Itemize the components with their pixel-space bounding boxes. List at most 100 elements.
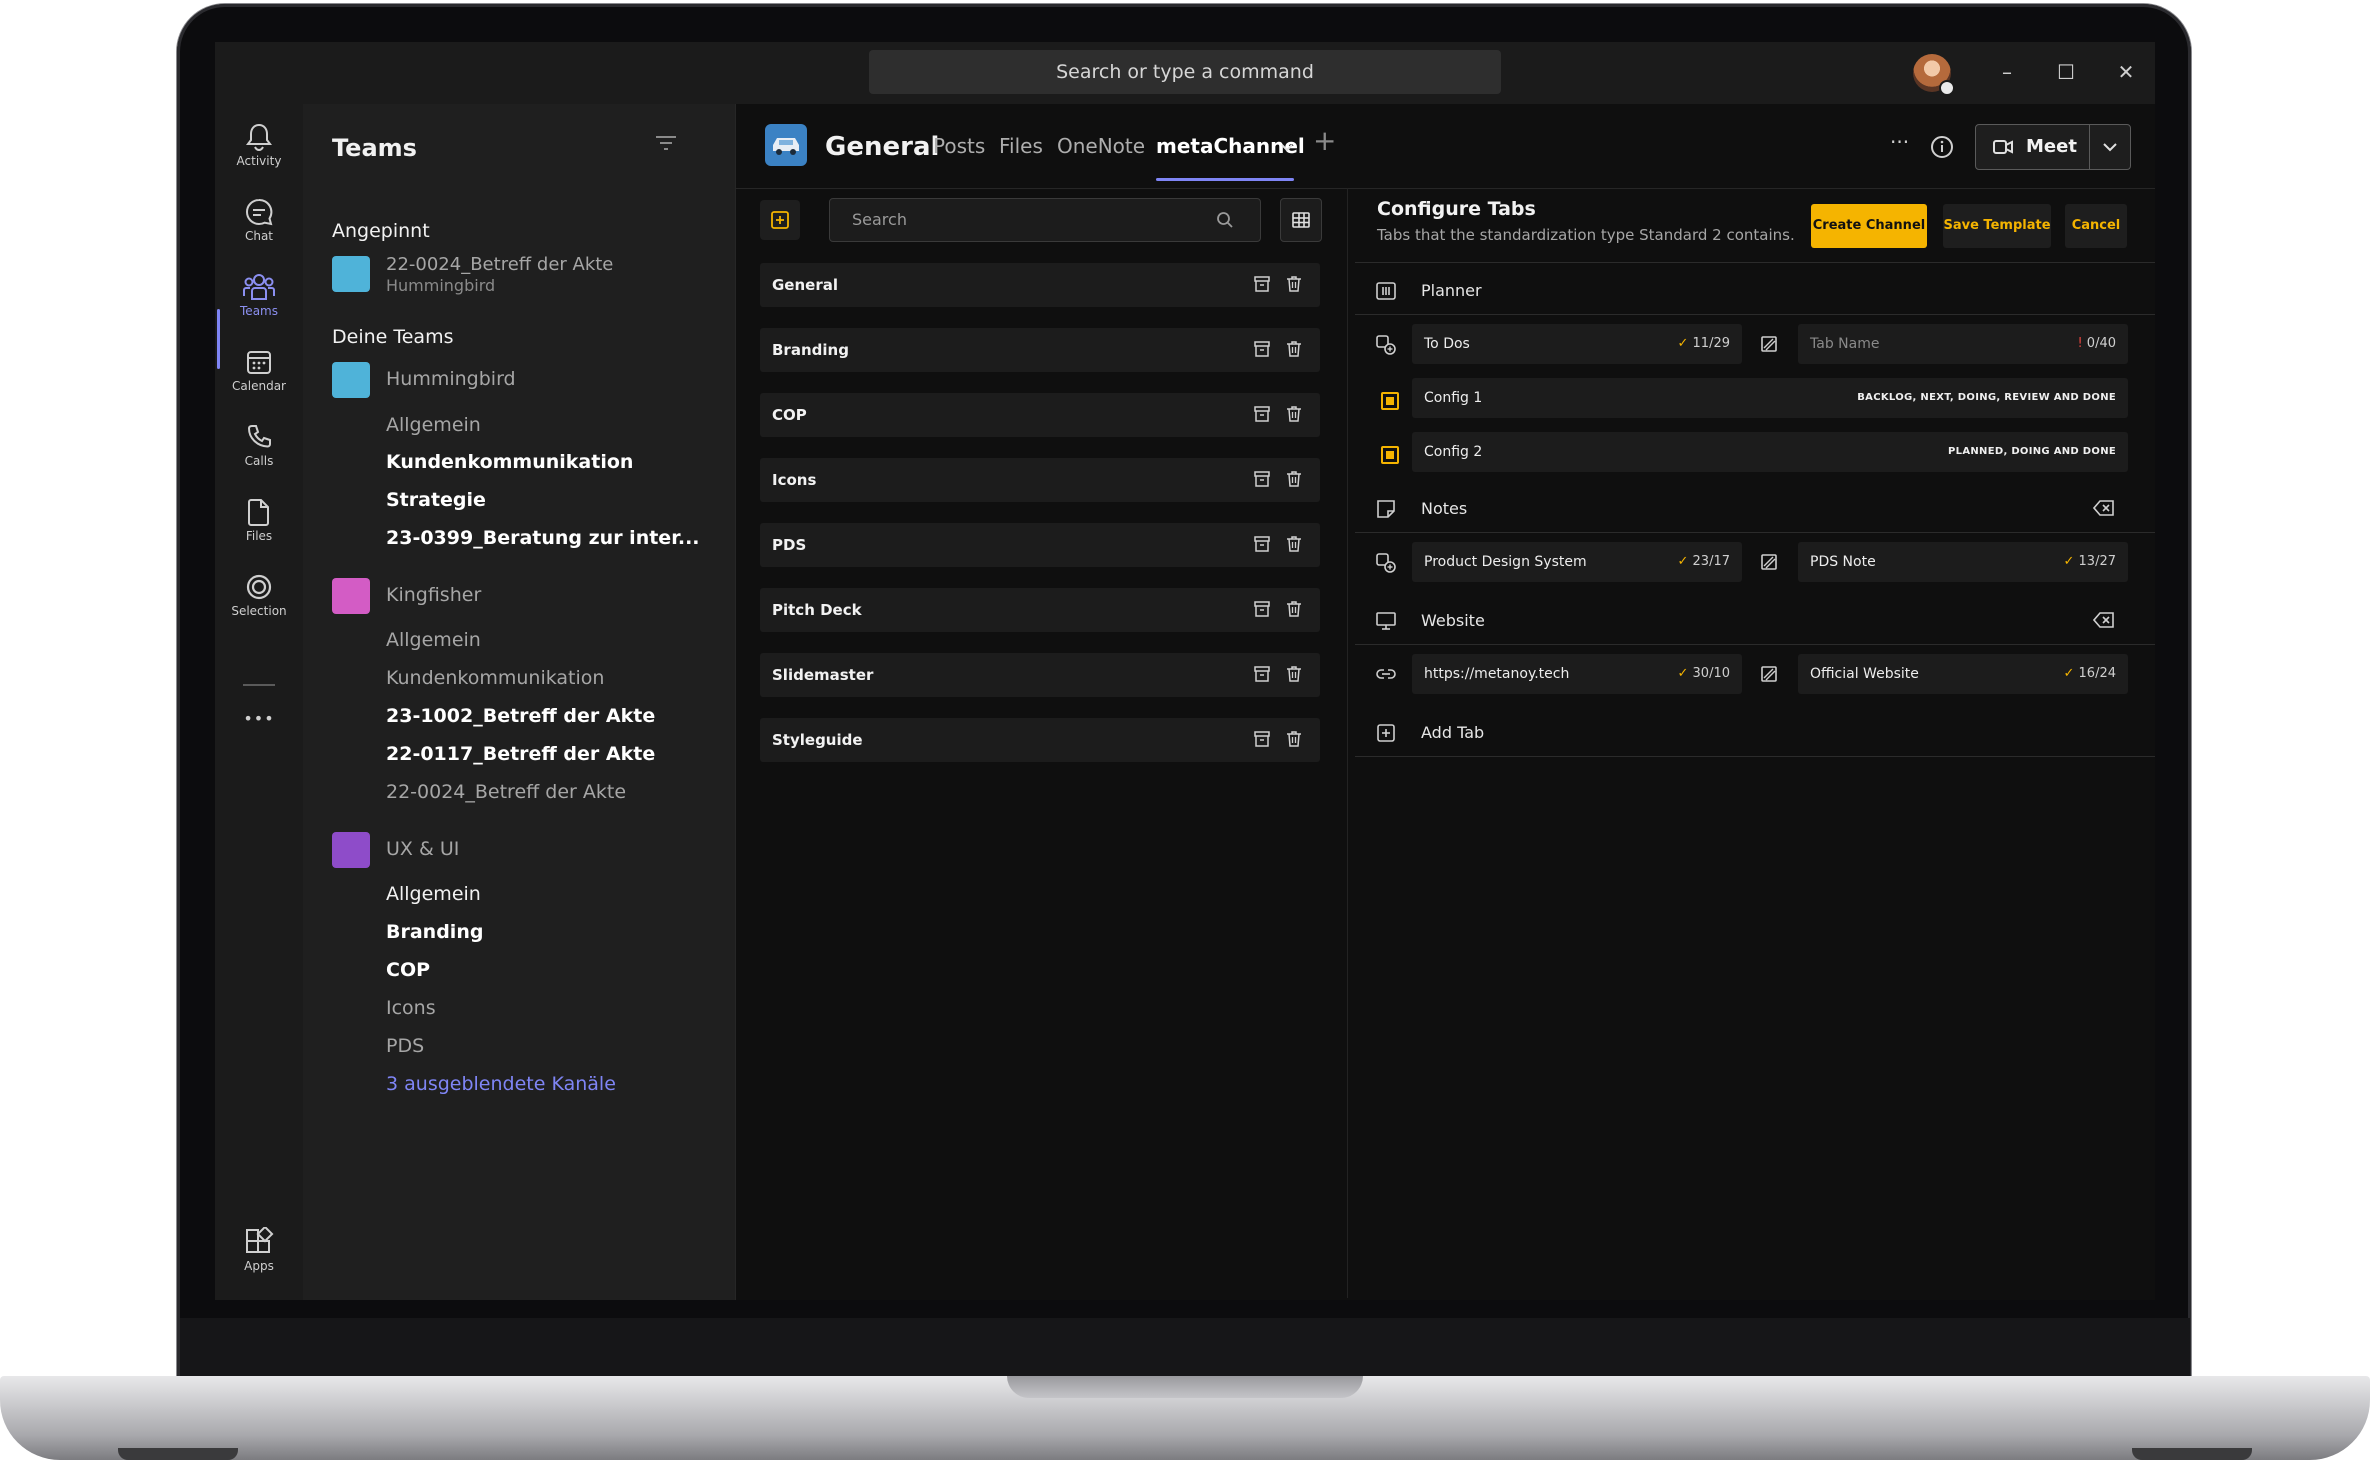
channel-item[interactable]: 23-0399_Beratung zur inter... [386, 527, 700, 549]
rail-item-files[interactable]: Files [215, 489, 303, 559]
info-icon[interactable] [1929, 134, 1955, 160]
notes-name-field[interactable]: Product Design System ✓ 23/17 [1412, 542, 1742, 582]
archive-icon[interactable] [1253, 730, 1271, 748]
chevron-down-icon[interactable] [1280, 141, 1294, 155]
channel-row[interactable]: PDS [760, 523, 1320, 567]
channel-row[interactable]: COP [760, 393, 1320, 437]
chevron-down-icon[interactable] [2102, 140, 2118, 154]
rail-item-selection[interactable]: Selection [215, 564, 303, 634]
remove-section-icon[interactable] [2093, 499, 2115, 517]
archive-icon[interactable] [1253, 275, 1271, 293]
delete-icon[interactable] [1285, 600, 1303, 618]
planner-tab-name-field[interactable]: Tab Name ! 0/40 [1798, 324, 2128, 364]
channel-item[interactable]: COP [386, 959, 430, 981]
channel-search-input[interactable]: Search [829, 198, 1261, 242]
teams-panel-title: Teams [332, 134, 417, 162]
rail-more-button[interactable]: ••• [215, 709, 303, 728]
file-icon [248, 499, 269, 526]
minimize-button[interactable]: – [1987, 56, 2027, 88]
active-tab-indicator [1156, 178, 1294, 181]
channel-row[interactable]: Pitch Deck [760, 588, 1320, 632]
archive-icon[interactable] [1253, 405, 1271, 423]
rail-label: Files [245, 529, 273, 543]
teams-panel: Teams Angepinnt 22-0024_Betreff der Akte… [303, 104, 735, 1300]
channel-item[interactable]: 23-1002_Betreff der Akte [386, 705, 655, 727]
maximize-button[interactable]: ☐ [2046, 56, 2086, 88]
rail-item-activity[interactable]: Activity [215, 114, 303, 184]
add-tab-button[interactable]: + [1313, 124, 1336, 157]
tab-onenote[interactable]: OneNote [1057, 134, 1145, 158]
channel-row[interactable]: Slidemaster [760, 653, 1320, 697]
channel-item[interactable]: 22-0024_Betreff der Akte [386, 781, 626, 803]
channel-row-name: General [772, 276, 838, 294]
meet-button[interactable]: Meet [2026, 125, 2077, 169]
more-options-button[interactable]: ··· [1890, 130, 1909, 154]
add-channel-button[interactable] [760, 200, 800, 240]
channel-item[interactable]: Strategie [386, 489, 486, 511]
delete-icon[interactable] [1285, 340, 1303, 358]
config2-checkbox[interactable] [1381, 446, 1399, 464]
table-icon [1292, 212, 1310, 228]
planner-name-field[interactable]: To Dos ✓ 11/29 [1412, 324, 1742, 364]
tab-files[interactable]: Files [999, 134, 1043, 158]
delete-icon[interactable] [1285, 665, 1303, 683]
delete-icon[interactable] [1285, 405, 1303, 423]
field-value: To Dos [1424, 336, 1470, 352]
channel-item[interactable]: Kundenkommunikation [386, 667, 604, 689]
tab-name-icon [1761, 554, 1777, 570]
channel-item[interactable]: Allgemein [386, 414, 481, 436]
archive-icon[interactable] [1253, 470, 1271, 488]
channel-item[interactable]: Allgemein [386, 883, 481, 905]
notes-tab-name-field[interactable]: PDS Note ✓ 13/27 [1798, 542, 2128, 582]
tab-posts[interactable]: Posts [933, 134, 985, 158]
channel-item[interactable]: Allgemein [386, 629, 481, 651]
field-value: PDS Note [1810, 554, 1876, 570]
channel-row[interactable]: General [760, 263, 1320, 307]
create-channel-button[interactable]: Create Channel [1811, 204, 1927, 248]
channel-item[interactable]: Kundenkommunikation [386, 451, 633, 473]
pinned-item-name[interactable]: 22-0024_Betreff der Akte [386, 254, 613, 275]
channel-item[interactable]: 22-0117_Betreff der Akte [386, 743, 655, 765]
delete-icon[interactable] [1285, 470, 1303, 488]
field-counter: ✓ 13/27 [2064, 542, 2117, 582]
channel-row[interactable]: Branding [760, 328, 1320, 372]
save-template-button[interactable]: Save Template [1943, 204, 2051, 248]
config2-row[interactable]: Config 2 PLANNED, DOING AND DONE [1412, 432, 2128, 472]
cancel-button[interactable]: Cancel [2065, 204, 2127, 248]
hidden-channels-link[interactable]: 3 ausgeblendete Kanäle [386, 1073, 616, 1095]
channel-row[interactable]: Icons [760, 458, 1320, 502]
rail-item-teams[interactable]: Teams [215, 264, 303, 334]
config1-checkbox[interactable] [1381, 392, 1399, 410]
archive-icon[interactable] [1253, 600, 1271, 618]
field-value: https://metanoy.tech [1424, 666, 1570, 682]
team-name[interactable]: UX & UI [386, 838, 459, 860]
archive-icon[interactable] [1253, 340, 1271, 358]
command-search-input[interactable]: Search or type a command [869, 50, 1501, 94]
rail-item-calendar[interactable]: Calendar [215, 339, 303, 409]
planner-icon [1376, 282, 1396, 300]
table-view-button[interactable] [1280, 198, 1322, 242]
delete-icon[interactable] [1285, 535, 1303, 553]
remove-section-icon[interactable] [2093, 611, 2115, 629]
rail-item-chat[interactable]: Chat [215, 189, 303, 259]
delete-icon[interactable] [1285, 275, 1303, 293]
archive-icon[interactable] [1253, 535, 1271, 553]
channel-item[interactable]: PDS [386, 1035, 424, 1057]
delete-icon[interactable] [1285, 730, 1303, 748]
team-name[interactable]: Kingfisher [386, 584, 481, 606]
config1-row[interactable]: Config 1 BACKLOG, NEXT, DOING, REVIEW AN… [1412, 378, 2128, 418]
channel-item[interactable]: Icons [386, 997, 436, 1019]
add-tab-row[interactable]: Add Tab [1355, 710, 2155, 757]
archive-icon[interactable] [1253, 665, 1271, 683]
filter-icon[interactable] [653, 132, 679, 154]
website-tab-name-field[interactable]: Official Website ✓ 16/24 [1798, 654, 2128, 694]
rail-item-apps[interactable]: Apps [215, 1219, 303, 1289]
channel-item[interactable]: Branding [386, 921, 483, 943]
rail-item-calls[interactable]: Calls [215, 414, 303, 484]
close-button[interactable]: ✕ [2106, 56, 2146, 88]
meet-divider [2089, 125, 2090, 169]
team-name[interactable]: Hummingbird [386, 368, 516, 390]
channel-row[interactable]: Styleguide [760, 718, 1320, 762]
website-url-field[interactable]: https://metanoy.tech ✓ 30/10 [1412, 654, 1742, 694]
counter-value: 23/17 [1692, 554, 1730, 569]
